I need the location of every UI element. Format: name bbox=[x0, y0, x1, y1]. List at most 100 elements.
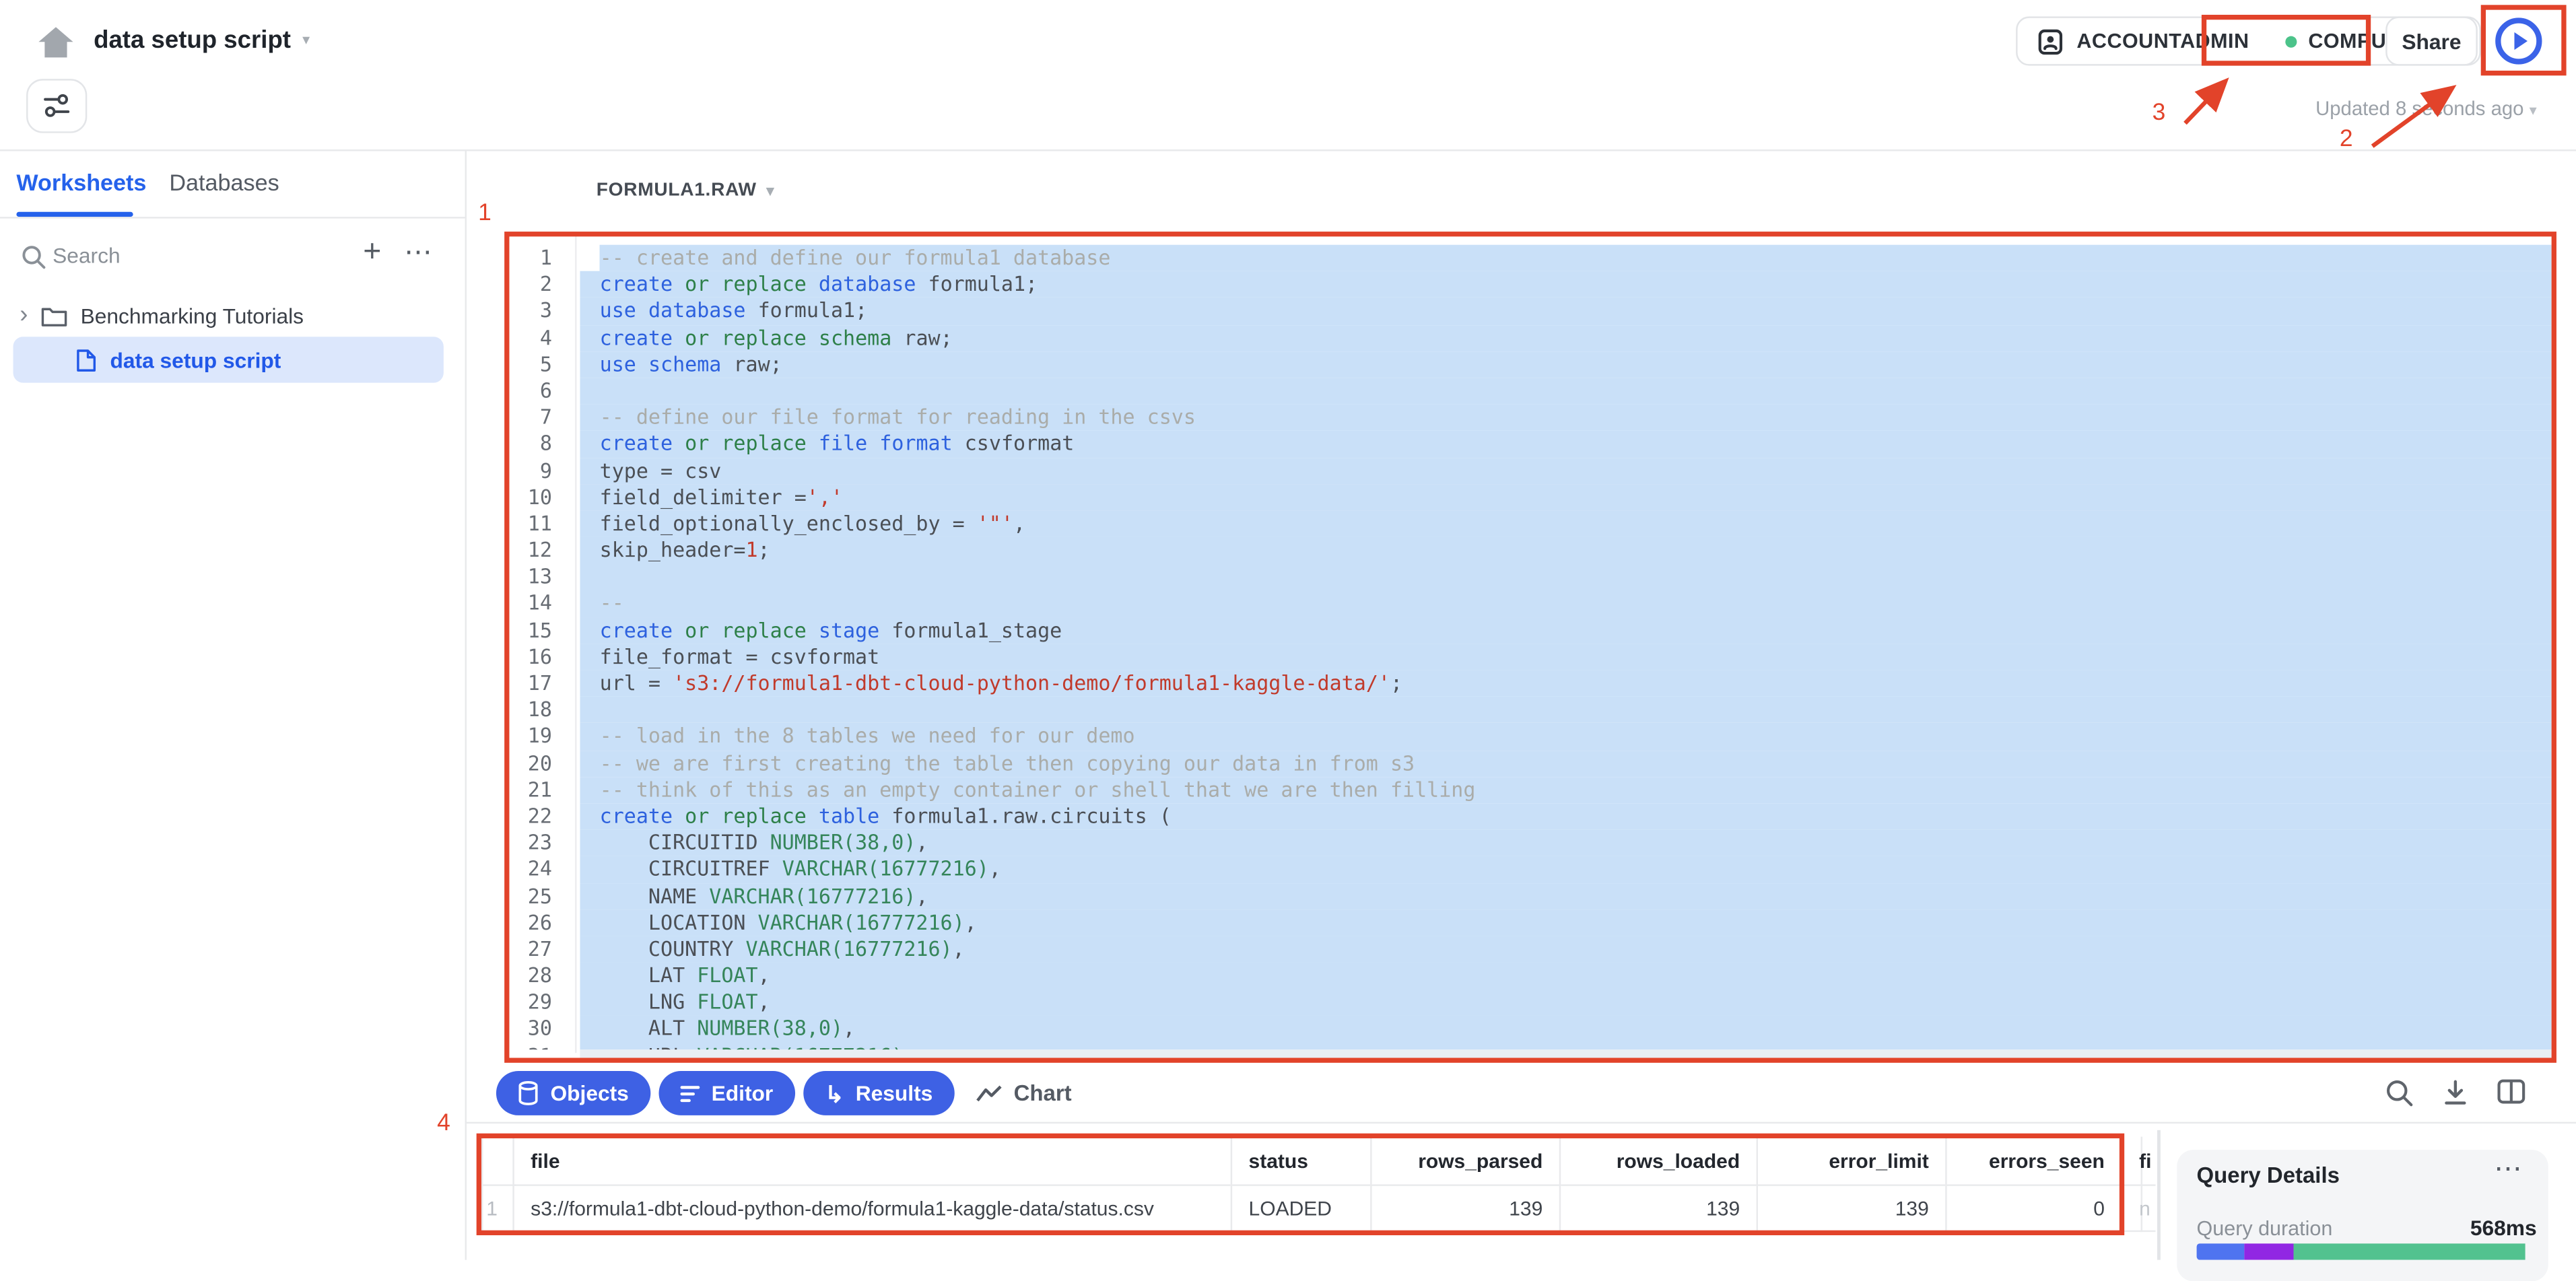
folder-icon bbox=[41, 305, 67, 326]
line-number: 28 bbox=[504, 963, 552, 990]
home-button[interactable] bbox=[36, 25, 76, 69]
header-divider bbox=[0, 149, 2576, 151]
line-number: 12 bbox=[504, 537, 552, 564]
worksheet-title-dropdown[interactable]: data setup script ▾ bbox=[94, 26, 310, 54]
code-line: url = 's3://formula1-dbt-cloud-python-de… bbox=[580, 670, 2551, 697]
query-duration-label: Query duration bbox=[2197, 1217, 2333, 1240]
line-number: 4 bbox=[504, 324, 552, 351]
chart-tab[interactable]: Chart bbox=[976, 1071, 1071, 1115]
editor-label: Editor bbox=[712, 1081, 774, 1106]
sql-editor[interactable]: -- create and define our formula1 databa… bbox=[580, 245, 2551, 1050]
table-column-header[interactable]: rows_parsed bbox=[1372, 1137, 1559, 1186]
table-cell[interactable]: 0 bbox=[1947, 1186, 2122, 1232]
editor-scrollbar[interactable] bbox=[580, 1049, 2551, 1058]
line-number: 5 bbox=[504, 351, 552, 378]
line-number: 24 bbox=[504, 856, 552, 883]
results-search-icon[interactable] bbox=[2385, 1079, 2413, 1107]
code-line: -- think of this as an empty container o… bbox=[580, 777, 2551, 804]
line-number: 14 bbox=[504, 590, 552, 617]
editor-line-numbers: 1234567891011121314151617181920212223242… bbox=[504, 245, 552, 1050]
role-selector[interactable]: ACCOUNTADMIN bbox=[2037, 27, 2249, 55]
text-lines-icon bbox=[680, 1083, 700, 1103]
chevron-right-icon: › bbox=[20, 304, 28, 326]
line-number: 8 bbox=[504, 431, 552, 458]
table-column-header[interactable]: status bbox=[1232, 1137, 1370, 1186]
split-panel-icon[interactable] bbox=[2497, 1079, 2525, 1104]
run-button[interactable] bbox=[2487, 11, 2550, 71]
annotation-arrow-3 bbox=[2185, 82, 2225, 123]
search-icon bbox=[22, 245, 46, 270]
code-line: skip_header=1; bbox=[580, 537, 2551, 564]
table-cell[interactable]: s3://formula1-dbt-cloud-python-demo/form… bbox=[514, 1186, 1231, 1232]
results-button[interactable]: ↳ Results bbox=[803, 1071, 954, 1115]
line-number: 13 bbox=[504, 564, 552, 591]
results-divider bbox=[465, 1122, 2576, 1123]
sidebar-tabs-divider bbox=[0, 217, 465, 218]
line-number: 26 bbox=[504, 909, 552, 936]
code-line: NAME VARCHAR(16777216), bbox=[580, 883, 2551, 910]
sidebar-item-worksheet[interactable]: data setup script bbox=[13, 337, 444, 382]
table-column: fin bbox=[2123, 1137, 2142, 1233]
line-number: 19 bbox=[504, 724, 552, 751]
table-cell[interactable]: 139 bbox=[1758, 1186, 1945, 1232]
download-icon[interactable] bbox=[2441, 1079, 2469, 1107]
editor-button[interactable]: Editor bbox=[659, 1071, 794, 1115]
table-column-header[interactable]: error_limit bbox=[1758, 1137, 1945, 1186]
chevron-down-icon: ▾ bbox=[302, 31, 310, 49]
code-line bbox=[580, 697, 2551, 724]
code-line: use database formula1; bbox=[580, 298, 2551, 325]
objects-label: Objects bbox=[550, 1081, 628, 1106]
table-cell[interactable]: n bbox=[2123, 1186, 2156, 1232]
code-line: ALT NUMBER(38,0), bbox=[580, 1016, 2551, 1043]
query-duration-value: 568ms bbox=[2470, 1216, 2537, 1241]
schema-context-selector[interactable]: FORMULA1.RAW ▾ bbox=[597, 180, 774, 200]
line-number: 23 bbox=[504, 830, 552, 857]
chart-label: Chart bbox=[1014, 1081, 1072, 1106]
query-details-title: Query Details bbox=[2197, 1163, 2340, 1188]
objects-button[interactable]: Objects bbox=[496, 1071, 650, 1115]
chevron-down-icon: ▾ bbox=[766, 182, 774, 200]
annotation-label-4: 4 bbox=[437, 1111, 450, 1137]
worksheet-label: data setup script bbox=[110, 347, 281, 372]
filter-button[interactable] bbox=[26, 79, 87, 133]
share-button[interactable]: Share bbox=[2385, 16, 2478, 65]
code-line: create or replace table formula1.raw.cir… bbox=[580, 803, 2551, 830]
table-cell[interactable]: 139 bbox=[1561, 1186, 1756, 1232]
code-line: LNG FLOAT, bbox=[580, 990, 2551, 1016]
database-icon bbox=[518, 1081, 539, 1106]
sidebar-more-button[interactable]: ⋯ bbox=[404, 236, 434, 269]
table-column-header[interactable] bbox=[483, 1137, 516, 1186]
query-details-menu[interactable]: ⋯ bbox=[2494, 1153, 2525, 1186]
code-line: URL VARCHAR(16777216), bbox=[580, 1043, 2551, 1050]
warehouse-status-dot bbox=[2285, 35, 2297, 46]
table-column-header[interactable]: rows_loaded bbox=[1561, 1137, 1756, 1186]
code-line: file_format = csvformat bbox=[580, 644, 2551, 670]
table-cell[interactable]: 1 bbox=[483, 1186, 512, 1232]
code-line: use schema raw; bbox=[580, 351, 2551, 378]
code-line: create or replace file format csvformat bbox=[580, 431, 2551, 458]
code-line: field_optionally_enclosed_by = '"', bbox=[580, 511, 2551, 538]
table-column: errors_seen0 bbox=[1947, 1137, 2123, 1233]
code-line: -- we are first creating the table then … bbox=[580, 750, 2551, 777]
updated-dropdown[interactable]: Updated 8 seconds ago ▾ bbox=[2315, 97, 2537, 120]
table-cell[interactable]: LOADED bbox=[1232, 1186, 1370, 1232]
search-input[interactable] bbox=[49, 235, 302, 275]
table-column-header[interactable]: file bbox=[514, 1137, 1231, 1186]
tab-worksheets[interactable]: Worksheets bbox=[16, 169, 146, 195]
code-line: create or replace database formula1; bbox=[580, 271, 2551, 298]
table-column: error_limit139 bbox=[1758, 1137, 1947, 1233]
table-column-header[interactable]: fi bbox=[2123, 1137, 2156, 1186]
query-details-panel: Query Details ⋯ Query duration 568ms bbox=[2177, 1150, 2548, 1281]
query-duration-bar bbox=[2197, 1243, 2542, 1259]
tab-databases[interactable]: Databases bbox=[169, 169, 279, 195]
line-number: 30 bbox=[504, 1016, 552, 1043]
gutter-divider bbox=[575, 232, 576, 1053]
duration-bar-segment bbox=[2197, 1243, 2245, 1259]
new-worksheet-button[interactable]: + bbox=[363, 235, 381, 271]
table-cell[interactable]: 139 bbox=[1372, 1186, 1559, 1232]
table-column: files3://formula1-dbt-cloud-python-demo/… bbox=[514, 1137, 1232, 1233]
line-number: 18 bbox=[504, 697, 552, 724]
table-column-header[interactable]: errors_seen bbox=[1947, 1137, 2122, 1186]
snowsight-worksheet-page: data setup script ▾ ACCOUNTADMIN COMPUTE… bbox=[0, 0, 2576, 1260]
sidebar-item-folder[interactable]: › Benchmarking Tutorials bbox=[20, 299, 304, 332]
